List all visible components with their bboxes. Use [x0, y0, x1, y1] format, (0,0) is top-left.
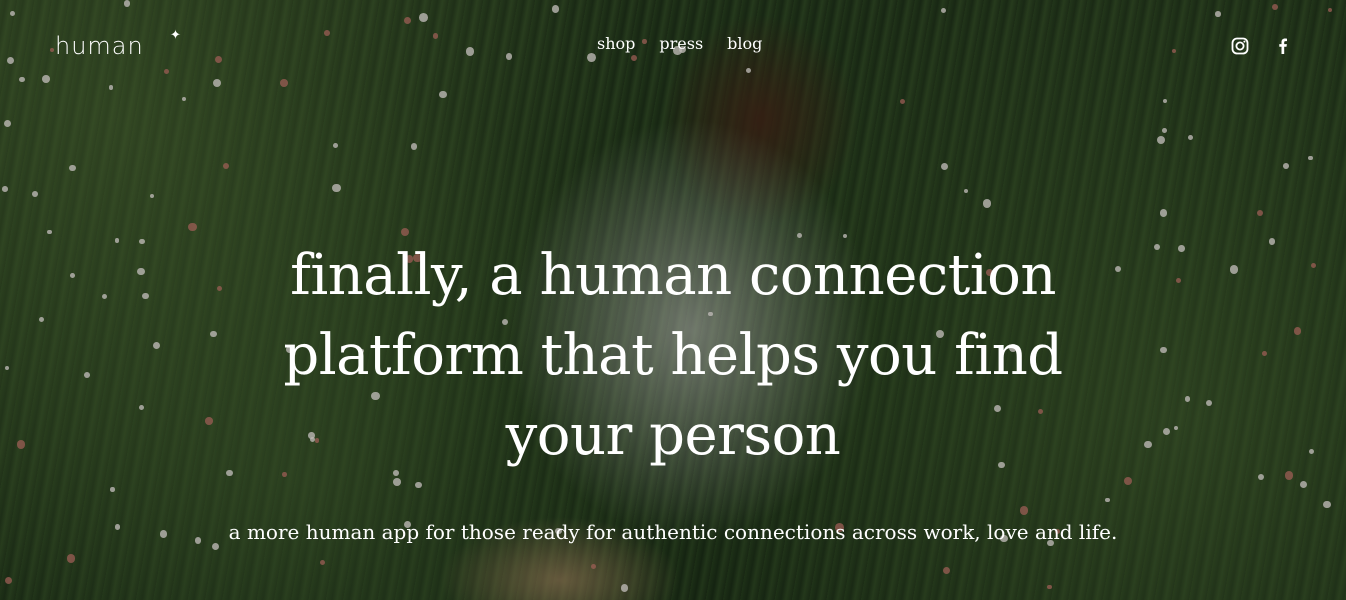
meadow-flower	[319, 559, 326, 565]
meadow-flower	[1156, 135, 1165, 144]
meadow-flower	[2, 186, 8, 192]
meadow-flower	[332, 183, 341, 193]
meadow-flower	[46, 229, 52, 235]
logo[interactable]: human	[55, 32, 144, 60]
hero-content: finally, a human connection platform tha…	[0, 236, 1346, 548]
meadow-flower	[188, 222, 197, 232]
meadow-flower	[222, 162, 230, 170]
meadow-flower	[69, 164, 76, 172]
meadow-flower	[1188, 135, 1194, 140]
meadow-flower	[66, 554, 76, 563]
meadow-flower	[149, 193, 155, 199]
instagram-icon[interactable]	[1231, 37, 1249, 55]
meadow-flower	[964, 188, 969, 193]
social-links	[1231, 37, 1292, 55]
top-navigation-bar: human ✦ shop press blog	[0, 0, 1346, 90]
logo-star-icon: ✦	[170, 28, 181, 43]
meadow-flower	[900, 99, 906, 105]
meadow-flower	[941, 163, 949, 170]
meadow-flower	[1256, 210, 1263, 217]
nav-link-press[interactable]: press	[659, 34, 703, 53]
meadow-flower	[410, 143, 418, 150]
meadow-flower	[942, 567, 950, 575]
nav-link-blog[interactable]: blog	[727, 34, 762, 53]
meadow-flower	[620, 584, 629, 592]
nav-link-shop[interactable]: shop	[597, 34, 635, 53]
hero-headline: finally, a human connection platform tha…	[283, 243, 1063, 468]
meadow-flower	[1283, 162, 1289, 169]
meadow-flower	[4, 577, 13, 585]
meadow-flower	[333, 143, 339, 148]
meadow-flower	[1308, 156, 1313, 161]
meadow-flower	[1047, 584, 1052, 590]
meadow-flower	[1162, 127, 1168, 133]
meadow-flower	[1162, 98, 1167, 103]
meadow-flower	[1159, 209, 1168, 217]
meadow-flower	[439, 90, 448, 99]
meadow-flower	[982, 199, 992, 208]
meadow-flower	[3, 120, 11, 128]
meadow-flower	[32, 190, 38, 197]
hero-section: human ✦ shop press blog finally, a human…	[0, 0, 1346, 600]
main-nav: shop press blog	[597, 34, 762, 53]
facebook-icon[interactable]	[1274, 37, 1292, 55]
meadow-flower	[181, 97, 186, 102]
hero-subheadline: a more human app for those ready for aut…	[228, 520, 1118, 544]
meadow-flower	[590, 563, 596, 569]
